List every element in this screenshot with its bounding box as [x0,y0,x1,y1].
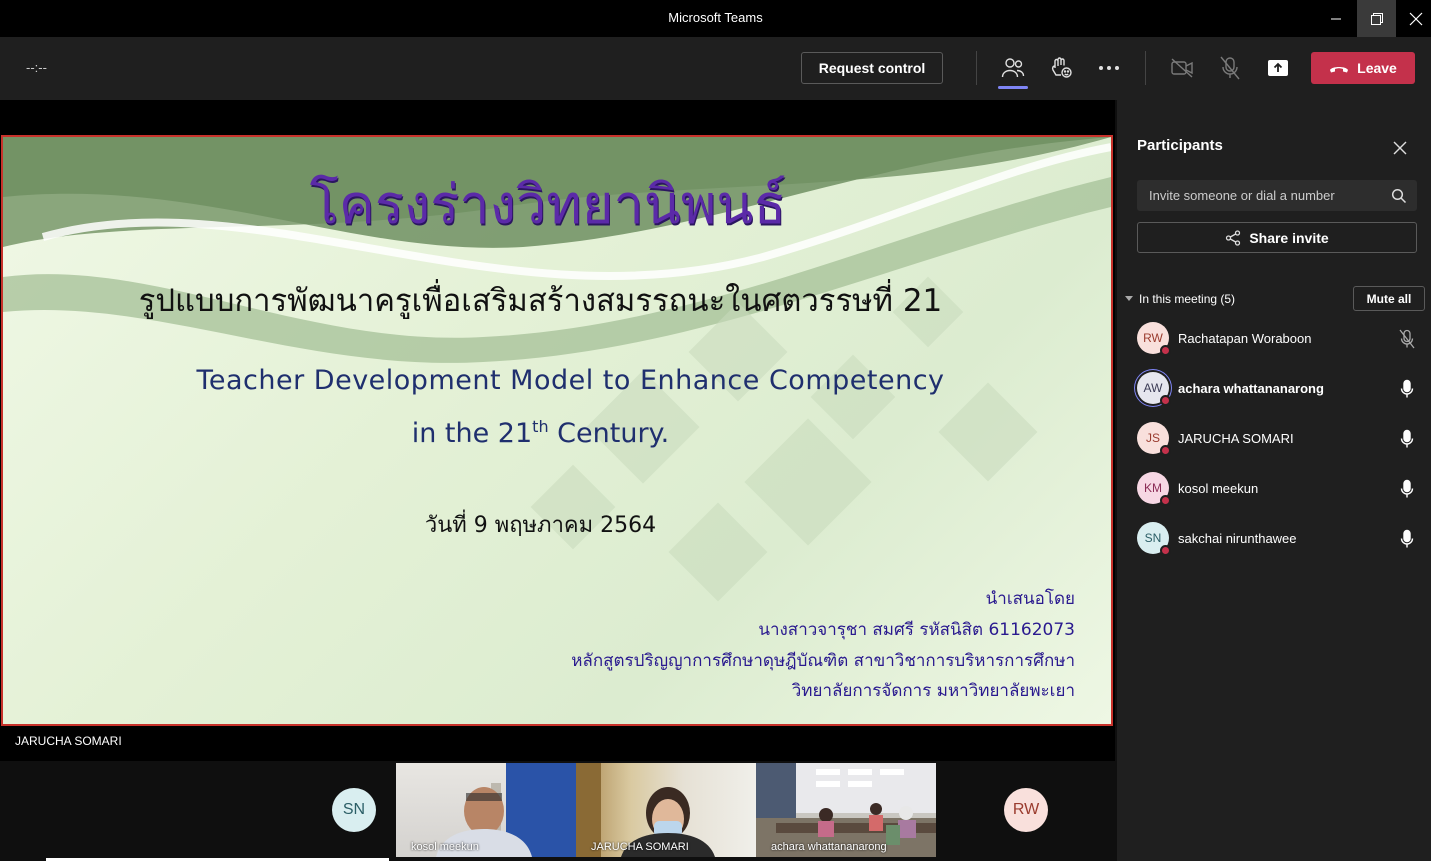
leave-button[interactable]: Leave [1311,52,1415,84]
share-screen-button[interactable] [1263,53,1293,83]
in-meeting-label: In this meeting (5) [1139,292,1236,306]
share-screen-icon [1268,60,1288,76]
reactions-button[interactable] [1046,53,1076,83]
video-gallery: SN kosol meekun JARUCHA SOMARI achara wh… [0,761,1117,861]
program-name: หลักสูตรปริญญาการศึกษาดุษฎีบัณฑิต สาขาวิ… [571,651,1075,671]
meeting-timer: --:-- [26,60,47,75]
hang-up-icon [1330,67,1349,73]
avatar: RW [1137,322,1171,356]
avatar: SN [1137,522,1171,556]
title-line2-superscript: th [532,417,549,436]
video-tile[interactable]: kosol meekun [396,763,576,857]
toolbar-divider [1145,51,1146,85]
presence-badge [1160,495,1171,506]
presented-by-label: นำเสนอโดย [985,589,1075,609]
restore-button[interactable] [1357,0,1396,37]
title-bar: Microsoft Teams [0,0,1431,37]
presence-badge [1160,395,1171,406]
meeting-toolbar: --:-- Request control Leave [0,37,1431,100]
participants-button[interactable] [998,53,1028,89]
participant-row[interactable]: KM kosol meekun [1137,468,1427,508]
mic-toggle-button[interactable] [1215,53,1245,83]
tile-name: achara whattananarong [771,841,887,853]
minimize-button[interactable] [1317,0,1354,37]
avatar-initials: JS [1145,431,1160,445]
leave-label: Leave [1357,60,1397,76]
slide-date: วันที่ 9 พฤษภาคม 2564 [424,513,657,538]
mic-icon[interactable] [1399,379,1415,404]
avatar: AW [1137,372,1171,406]
mic-off-icon [1220,56,1240,80]
close-window-button[interactable] [1397,0,1431,37]
more-options-icon [1099,66,1119,70]
participant-name: JARUCHA SOMARI [1178,431,1294,446]
close-panel-button[interactable] [1391,139,1409,157]
gallery-avatar-right[interactable]: RW [1004,788,1048,832]
avatar-initials: AW [1143,381,1163,395]
mic-icon[interactable] [1399,429,1415,454]
mic-icon[interactable] [1399,479,1415,504]
slide-title-english-line1: Teacher Development Model to Enhance Com… [196,365,945,396]
tile-name: JARUCHA SOMARI [591,841,689,853]
participant-name: Rachatapan Woraboon [1178,331,1312,346]
participant-name: sakchai nirunthawee [1178,531,1297,546]
shared-content-stage: โครงร่างวิทยานิพนธ์ รูปแบบการพัฒนาครูเพื… [0,100,1115,761]
avatar-initials: SN [1144,531,1162,545]
avatar: KM [1137,472,1171,506]
presence-badge [1160,445,1171,456]
avatar-initials: RW [1143,331,1163,345]
invite-search-input[interactable] [1137,180,1417,211]
participant-name: kosol meekun [1178,481,1259,496]
participants-icon [1001,58,1025,78]
panel-title: Participants [1137,137,1223,154]
reactions-icon [1051,57,1072,78]
request-control-button[interactable]: Request control [801,52,943,84]
close-icon [1409,12,1422,25]
avatar: JS [1137,422,1171,456]
share-icon [1226,229,1241,246]
participant-row[interactable]: AW achara whattananarong [1137,368,1427,408]
participant-row[interactable]: RW Rachatapan Woraboon [1137,318,1427,358]
presenter-label: JARUCHA SOMARI [15,734,122,748]
avatar-initials: KM [1144,481,1162,495]
college-name: วิทยาลัยการจัดการ มหาวิทยาลัยพะเยา [791,681,1075,701]
participants-panel: Participants Share invite In this meetin… [1117,100,1431,861]
title-line2-suffix: Century. [548,418,670,449]
chevron-down-icon [1125,296,1133,301]
participant-name: achara whattananarong [1178,381,1324,396]
mic-icon[interactable] [1399,529,1415,554]
share-invite-button[interactable]: Share invite [1137,222,1417,253]
presenter-name: นางสาวจารุชา สมศรี รหัสนิสิต 61162073 [758,620,1075,640]
gallery-avatar-left[interactable]: SN [332,788,376,832]
title-line2-prefix: in the 21 [411,418,533,449]
more-options-button[interactable] [1094,53,1124,83]
mic-off-icon[interactable] [1399,329,1415,354]
presence-badge [1160,345,1171,356]
window-title: Microsoft Teams [668,10,763,25]
video-tile[interactable]: achara whattananarong [756,763,936,857]
share-invite-label: Share invite [1249,229,1329,246]
slide-title-thai: โครงร่างวิทยานิพนธ์ [309,173,787,236]
toolbar-divider [976,51,977,85]
camera-off-icon [1171,58,1193,78]
camera-toggle-button[interactable] [1167,53,1197,83]
in-meeting-section-header[interactable]: In this meeting (5) [1125,292,1235,306]
participant-row[interactable]: JS JARUCHA SOMARI [1137,418,1427,458]
tile-name: kosol meekun [411,841,479,853]
video-tile[interactable]: JARUCHA SOMARI [576,763,756,857]
presence-badge [1160,545,1171,556]
mute-all-button[interactable]: Mute all [1353,286,1425,311]
restore-icon [1370,12,1383,25]
slide-subtitle-thai: รูปแบบการพัฒนาครูเพื่อเสริมสร้างสมรรถนะใ… [138,283,943,319]
shared-slide: โครงร่างวิทยานิพนธ์ รูปแบบการพัฒนาครูเพื… [1,135,1113,726]
search-icon[interactable] [1391,188,1407,204]
close-icon [1393,141,1407,155]
minimize-icon [1330,18,1341,19]
slide-title-english-line2: in the 21th Century. [3,417,1078,449]
participant-row[interactable]: SN sakchai nirunthawee [1137,518,1427,558]
